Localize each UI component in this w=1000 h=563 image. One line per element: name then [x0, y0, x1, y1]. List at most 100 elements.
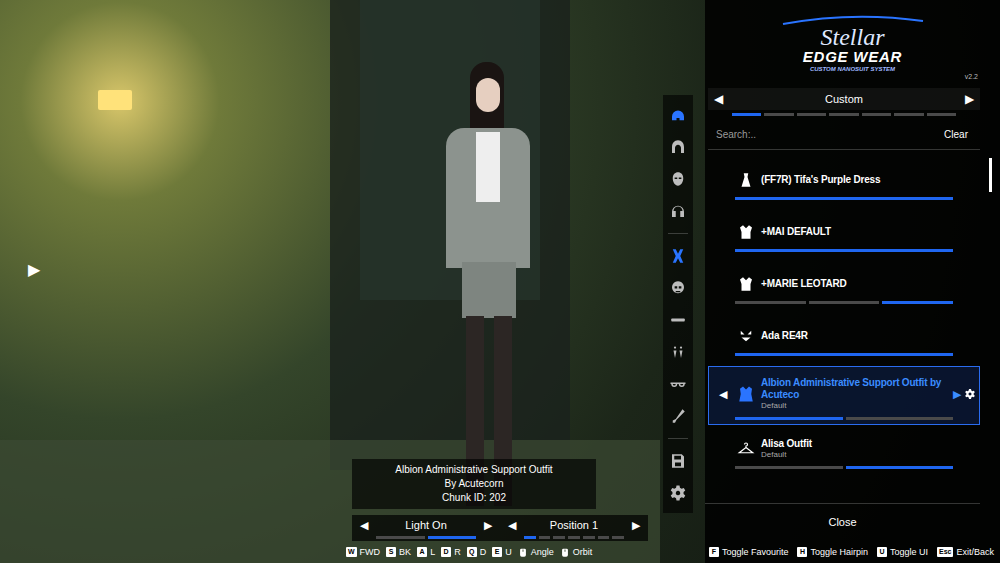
tab-separator — [668, 438, 688, 439]
outfit-icon — [737, 171, 755, 189]
version: v2.2 — [965, 72, 978, 83]
view-control[interactable]: ◀Position 1▶ — [500, 515, 648, 541]
key-hint: Angle — [518, 547, 554, 558]
key-hint: Orbit — [560, 547, 593, 558]
key-hint: EscExit/Back — [937, 547, 994, 557]
hint-label: Toggle UI — [890, 548, 928, 557]
part-tab[interactable] — [663, 336, 693, 368]
outfit-row-content: (FF7R) Tifa's Purple Dress — [709, 169, 979, 191]
head-tab-icon — [669, 202, 687, 220]
outfit-row-content: +MARIE LEOTARD — [709, 273, 979, 295]
outfit-row[interactable]: Alisa OutfitDefault — [708, 427, 980, 477]
hint-label: L — [430, 548, 435, 557]
key-hint: FToggle Favourite — [709, 547, 789, 557]
hint-label: D — [480, 548, 487, 557]
segment — [927, 113, 956, 116]
prev-button[interactable]: ◀ — [360, 520, 368, 531]
outfit-title: Albion Administrative Support Outfit — [395, 463, 552, 477]
part-tab[interactable] — [663, 400, 693, 432]
outfit-row[interactable]: Ada RE4R — [708, 314, 980, 364]
search-field[interactable] — [708, 124, 932, 145]
next-button[interactable]: ▶ — [953, 389, 961, 400]
segment — [598, 536, 610, 539]
outfit-name: Alisa Outfit — [761, 438, 945, 450]
segment — [862, 113, 891, 116]
outfit-author: By Acutecorn — [445, 477, 504, 491]
hints-right: FToggle Favourite HToggle Hairpin UToggle … — [709, 547, 994, 557]
key-hint: UToggle UI — [877, 547, 928, 557]
outfit-row-content: Ada RE4R — [709, 325, 979, 347]
close-button[interactable]: Close — [808, 510, 876, 535]
mouse-icon — [518, 547, 528, 558]
tab-separator — [668, 233, 688, 234]
part-tab-icon — [669, 407, 687, 425]
head-tab-icon — [669, 106, 687, 124]
segment-track — [524, 536, 624, 539]
next-button[interactable]: ▶ — [632, 520, 640, 531]
scrollbar-thumb[interactable] — [989, 158, 992, 192]
segment-track — [376, 536, 476, 539]
prev-button[interactable]: ◀ — [714, 93, 723, 105]
key-cap: H — [797, 547, 807, 557]
category-label: Custom — [723, 94, 965, 105]
hint-label: Toggle Hairpin — [810, 548, 868, 557]
save-button[interactable] — [663, 445, 693, 477]
control-label: Position 1 — [516, 520, 632, 531]
segment — [846, 417, 954, 420]
clear-button[interactable]: Clear — [932, 124, 980, 145]
outfit-name: (FF7R) Tifa's Purple Dress — [761, 174, 945, 186]
next-button[interactable]: ▶ — [484, 520, 492, 531]
hint-label: Exit/Back — [956, 548, 994, 557]
figure-skirt — [462, 262, 516, 318]
part-tab[interactable] — [663, 304, 693, 336]
segment — [583, 536, 595, 539]
head-tab[interactable] — [663, 195, 693, 227]
segment — [568, 536, 580, 539]
outfit-icon — [737, 385, 755, 403]
segment — [846, 466, 954, 469]
outfit-row[interactable]: ◀ Albion Administrative Support Outfit by… — [708, 366, 980, 425]
outfit-text: Ada RE4R — [761, 330, 945, 342]
segment-track — [732, 113, 956, 116]
logo-subtitle: CUSTOM NANOSUIT SYSTEM — [810, 65, 895, 73]
info-box: Albion Administrative Support OutfitBy A… — [352, 459, 596, 509]
part-tab[interactable] — [663, 240, 693, 272]
part-tab-icon — [669, 247, 687, 265]
segment-track — [735, 417, 953, 420]
main-row: ▶ Albion Administrative Support OutfitBy… — [0, 0, 1000, 541]
viewport-area: ▶ Albion Administrative Support OutfitBy… — [0, 0, 660, 541]
segment — [376, 536, 425, 539]
outfit-row[interactable]: +MARIE LEOTARD — [708, 262, 980, 312]
segment — [735, 301, 806, 304]
part-tab-icon — [669, 311, 687, 329]
settings-button[interactable] — [663, 477, 693, 509]
segment — [809, 301, 880, 304]
tab-column — [660, 0, 705, 541]
part-tab[interactable] — [663, 272, 693, 304]
segment-track — [735, 353, 953, 356]
view-control[interactable]: ◀Light On▶ — [352, 515, 500, 541]
outfit-row[interactable]: +MAI DEFAULT — [708, 210, 980, 260]
tab-strip — [663, 95, 693, 513]
head-tab[interactable] — [663, 131, 693, 163]
outfit-row-content: ◀ Albion Administrative Support Outfit by… — [709, 377, 979, 411]
segment — [764, 113, 793, 116]
outfit-row[interactable]: (FF7R) Tifa's Purple Dress — [708, 158, 980, 208]
prev-button[interactable]: ◀ — [719, 389, 727, 400]
segment — [735, 353, 953, 356]
part-tab-icon — [669, 343, 687, 361]
scene-lamp — [98, 90, 132, 110]
scrollbar[interactable] — [980, 158, 1000, 503]
hint-bar: WFWDSBKALDRQDEUAngleOrbit FToggle Favour… — [0, 541, 1000, 563]
head-tab-icon — [669, 138, 687, 156]
prev-button[interactable]: ◀ — [508, 520, 516, 531]
part-tab[interactable] — [663, 368, 693, 400]
outfit-panel: StellarEDGE WEARCUSTOM NANOSUIT SYSTEMv2… — [705, 0, 1000, 541]
head-tab[interactable] — [663, 163, 693, 195]
head-tab[interactable] — [663, 99, 693, 131]
hint-label: Toggle Favourite — [722, 548, 789, 557]
next-button[interactable]: ▶ — [965, 93, 974, 105]
outfit-text: Albion Administrative Support Outfit by … — [761, 377, 945, 411]
head-tab-icon — [669, 170, 687, 188]
side-arrow[interactable]: ▶ — [28, 261, 40, 278]
